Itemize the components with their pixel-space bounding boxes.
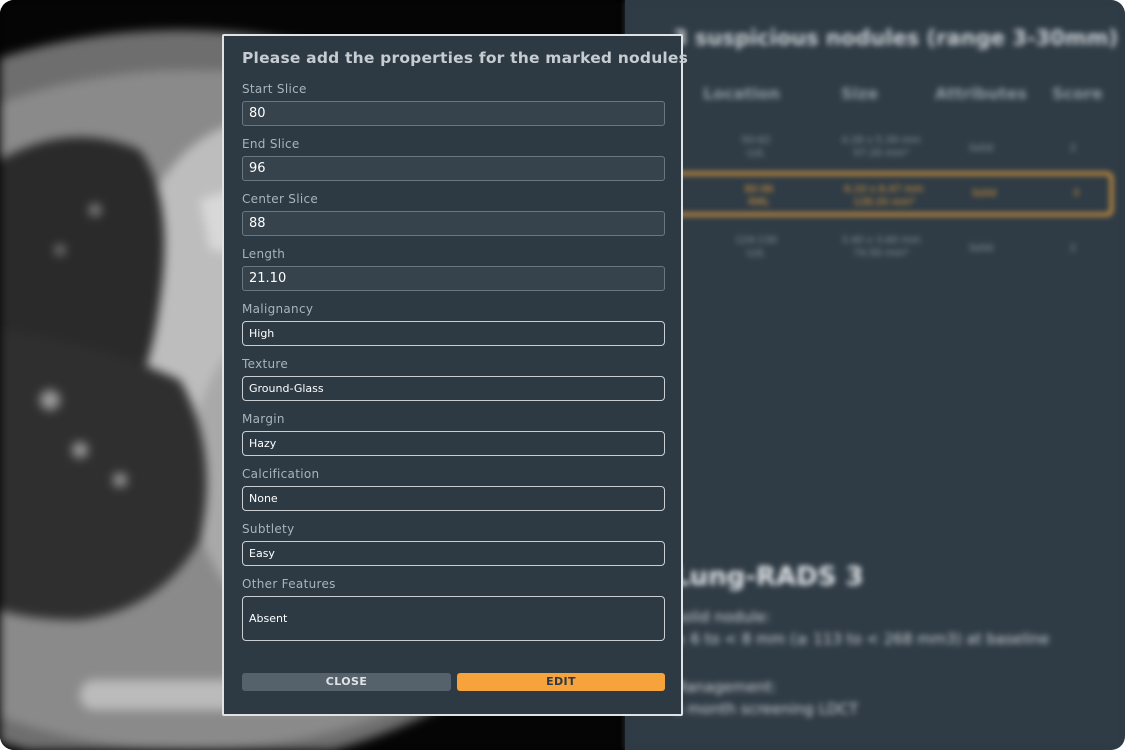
center-slice-label: Center Slice [242, 192, 319, 206]
table-row[interactable]: 50-62 LUL 4.28 x 5.39 mm 57.20 mm³ Solid… [681, 134, 1121, 174]
texture-select[interactable]: Ground-Glass [242, 376, 665, 401]
start-slice-label: Start Slice [242, 82, 307, 96]
cell-size: 3.40 x 3.60 mm 74.50 mm³ [841, 235, 921, 259]
column-header-attributes: Attributes [935, 84, 1027, 103]
other-features-label: Other Features [242, 577, 336, 591]
malignancy-label: Malignancy [242, 302, 314, 316]
dialog-title: Please add the properties for the marked… [242, 49, 689, 67]
end-slice-label: End Slice [242, 137, 300, 151]
length-input[interactable]: 21.10 [242, 266, 665, 291]
texture-label: Texture [242, 357, 289, 371]
cell-location: 50-62 LUL [741, 135, 771, 159]
close-button[interactable]: CLOSE [242, 673, 451, 691]
report-panel: 3 suspicious nodules (range 3-30mm) Loca… [625, 0, 1125, 750]
margin-label: Margin [242, 412, 285, 426]
cell-attributes: Solid [968, 143, 994, 154]
rads-line: Management: [673, 678, 777, 696]
cell-attributes: Solid [968, 243, 994, 254]
column-header-location: Location [703, 84, 780, 103]
report-table-header: Location Size Attributes Score [681, 84, 1121, 106]
center-slice-input[interactable]: 88 [242, 211, 665, 236]
column-header-size: Size [841, 84, 879, 103]
cell-attributes: Solid [971, 188, 997, 199]
start-slice-input[interactable]: 80 [242, 101, 665, 126]
column-header-score: Score [1052, 84, 1103, 103]
rads-line: 6 month screening LDCT [673, 700, 859, 718]
calcification-select[interactable]: None [242, 486, 665, 511]
rads-line: ≥ 6 to < 8 mm (≥ 113 to < 268 mm3) at ba… [673, 630, 1050, 648]
subtlety-label: Subtlety [242, 522, 295, 536]
cell-score: 2 [1069, 243, 1077, 254]
margin-select[interactable]: Hazy [242, 431, 665, 456]
cell-size: 4.28 x 5.39 mm 57.20 mm³ [841, 135, 921, 159]
malignancy-select[interactable]: High [242, 321, 665, 346]
end-slice-input[interactable]: 96 [242, 156, 665, 181]
calcification-label: Calcification [242, 467, 320, 481]
length-label: Length [242, 247, 286, 261]
cell-location: 80-96 RML [744, 184, 774, 208]
table-row-highlighted[interactable]: 80-96 RML 6.10 x 6.47 mm 128.20 mm³ Soli… [667, 172, 1113, 216]
rads-line: Solid nodule: [673, 608, 771, 626]
cell-score: 2 [1069, 143, 1077, 154]
cell-location: 124-130 LUL [735, 235, 777, 259]
subtlety-select[interactable]: Easy [242, 541, 665, 566]
cell-score: 3 [1072, 188, 1080, 199]
other-features-select[interactable]: Absent [242, 596, 665, 641]
edit-button[interactable]: EDIT [457, 673, 665, 691]
cell-size: 6.10 x 6.47 mm 128.20 mm³ [844, 184, 924, 208]
nodule-properties-dialog: Please add the properties for the marked… [222, 34, 688, 716]
report-title: 3 suspicious nodules (range 3-30mm) [673, 26, 1119, 50]
table-row[interactable]: 124-130 LUL 3.40 x 3.60 mm 74.50 mm³ Sol… [681, 234, 1121, 274]
lung-rads-title: Lung-RADS 3 [673, 562, 864, 592]
